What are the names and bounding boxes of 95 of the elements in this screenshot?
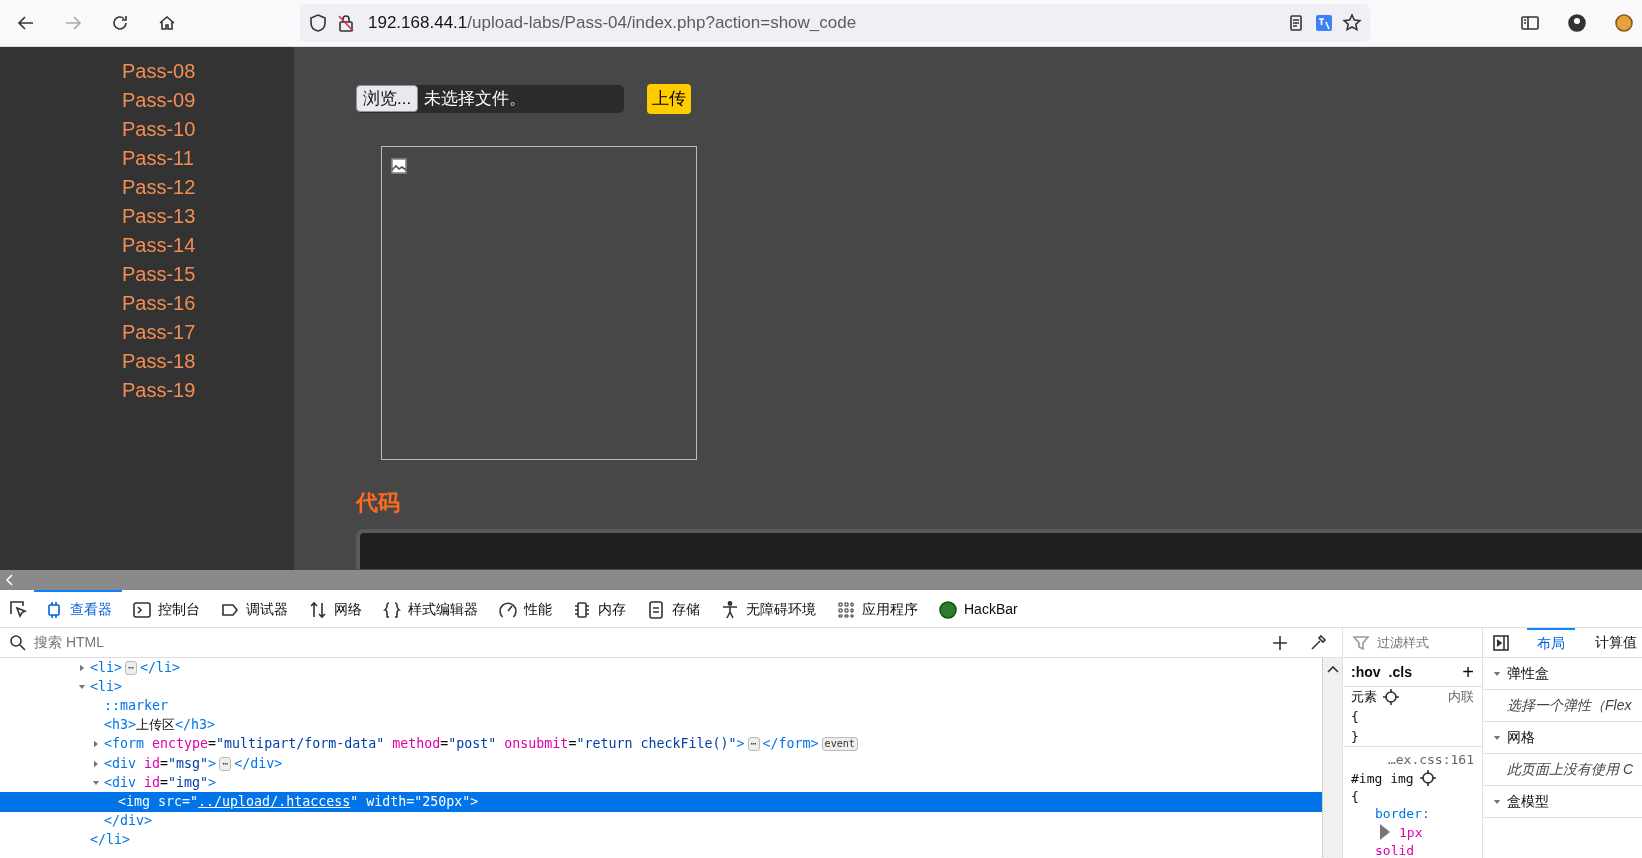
devtools-tab[interactable]: 应用程序	[826, 590, 928, 627]
expanded-triangle-icon[interactable]	[78, 682, 86, 691]
collapsed-triangle-icon[interactable]	[92, 740, 100, 749]
accessibility-icon	[720, 599, 740, 620]
vertical-scrollbar[interactable]	[1322, 658, 1342, 858]
sidebar-link[interactable]: Pass-11	[122, 144, 194, 173]
expanded-triangle-icon[interactable]	[1493, 669, 1501, 678]
console-icon	[132, 599, 152, 620]
ellipsis-badge[interactable]: ⋯	[747, 737, 760, 752]
property-value: 1px	[1399, 823, 1423, 841]
crosshair-icon[interactable]	[1417, 768, 1438, 788]
star-icon[interactable]	[1342, 13, 1362, 33]
brace-text: {	[1351, 788, 1360, 805]
grid-icon	[836, 599, 856, 620]
expanded-triangle-icon[interactable]	[1493, 733, 1501, 742]
ellipsis-badge[interactable]: ⋯	[125, 660, 138, 675]
hov-toggle[interactable]: :hov	[1351, 661, 1381, 683]
markup-text: ::marker	[104, 697, 169, 715]
horizontal-scrollbar[interactable]	[0, 570, 1642, 590]
markup-text: <li>	[90, 677, 123, 696]
section-note: 选择一个弹性（Flex	[1507, 696, 1632, 715]
collapsed-triangle-icon[interactable]	[92, 759, 100, 768]
markup-text: </li>	[140, 658, 181, 677]
markup-text: <li>	[90, 658, 123, 677]
sidebar-link[interactable]: Pass-08	[122, 57, 196, 86]
section-header[interactable]: 网格	[1483, 722, 1642, 754]
rule-label: 元素	[1351, 688, 1377, 707]
reload-icon[interactable]	[110, 13, 130, 33]
section-header[interactable]: 弹性盒	[1483, 658, 1642, 690]
markup-text: <img src="../upload/.htaccess" width="250px">	[118, 792, 479, 811]
crosshair-icon[interactable]	[1381, 687, 1401, 707]
devtools-tab[interactable]: 控制台	[122, 590, 210, 627]
sidebar-link[interactable]: Pass-19	[122, 376, 196, 405]
devtools-tab[interactable]: 样式编辑器	[372, 590, 488, 627]
event-badge[interactable]: event	[821, 737, 858, 752]
storage-icon	[646, 599, 666, 620]
devtools-tab[interactable]: 网络	[298, 590, 372, 627]
network-icon	[308, 599, 328, 620]
devtools-tab[interactable]: 性能	[488, 590, 562, 627]
translate-icon[interactable]	[1314, 13, 1334, 33]
markup-text: <div id="img">	[104, 773, 217, 792]
source-link[interactable]: …ex.css:161	[1351, 751, 1474, 768]
brace-text: {	[1351, 708, 1360, 726]
element-picker-icon[interactable]	[8, 598, 28, 619]
account-icon[interactable]	[1567, 13, 1587, 33]
property-name: border:	[1374, 805, 1431, 822]
sidebar-link[interactable]: Pass-09	[122, 86, 196, 115]
upload-button[interactable]: 上传	[647, 84, 691, 114]
expanded-triangle-icon[interactable]	[92, 778, 100, 787]
devtools-tab[interactable]: 内存	[562, 590, 636, 627]
markup-text: </div>	[104, 812, 153, 831]
home-icon[interactable]	[157, 13, 177, 33]
sidebar-link[interactable]: Pass-14	[122, 231, 196, 260]
markup-text: <h3>上传区</h3>	[104, 716, 216, 735]
sidebar-link[interactable]: Pass-16	[122, 289, 196, 318]
markup-text: </div>	[234, 754, 283, 773]
devtools-tab[interactable]: 存储	[636, 590, 710, 627]
layout-tab[interactable]: 布局	[1527, 628, 1575, 658]
devtools-tab[interactable]: 无障碍环境	[710, 590, 826, 627]
braces-icon	[382, 599, 402, 620]
add-rule-button[interactable]: +	[1462, 657, 1474, 687]
file-input[interactable]: 浏览... 未选择文件。	[356, 84, 624, 113]
gauge-icon	[498, 599, 518, 620]
sidebar-link[interactable]: Pass-10	[122, 115, 196, 144]
broken-image-icon	[389, 156, 409, 177]
sidebar-link[interactable]: Pass-12	[122, 173, 196, 202]
selector-text: #img img	[1351, 769, 1414, 787]
markup-text: </form>	[762, 735, 819, 754]
property-value: solid	[1374, 842, 1416, 858]
markup-text: <div id="msg">	[104, 754, 217, 773]
section-note: 此页面上没有使用 C	[1507, 760, 1633, 779]
sidebar-link[interactable]: Pass-15	[122, 260, 196, 289]
selected-row-highlight[interactable]: <img src="../upload/.htaccess" width="250px">	[0, 792, 1322, 812]
sidebar-link[interactable]: Pass-13	[122, 202, 196, 231]
sidebar-toggle-icon[interactable]	[1491, 632, 1511, 653]
markup-text: </li>	[90, 831, 131, 850]
sidebar-link[interactable]: Pass-17	[122, 318, 196, 347]
cls-toggle[interactable]: .cls	[1388, 661, 1412, 683]
search-icon	[8, 632, 28, 653]
section-header[interactable]: 盒模型	[1483, 786, 1642, 818]
sidebar-icon[interactable]	[1520, 13, 1540, 33]
shield-icon[interactable]	[308, 13, 328, 33]
rule-label: 内联	[1448, 688, 1474, 707]
devtools-tab[interactable]: HackBar	[928, 590, 1028, 627]
brace-text: }	[1351, 727, 1360, 746]
sidebar-link[interactable]: Pass-18	[122, 347, 196, 376]
insecure-lock-icon[interactable]	[336, 13, 356, 33]
memory-chip-icon	[572, 599, 592, 620]
collapsed-triangle-icon[interactable]	[78, 663, 86, 672]
ellipsis-badge[interactable]: ⋯	[219, 756, 232, 771]
layout-tab[interactable]: 计算值	[1591, 628, 1641, 659]
markup-text: <form enctype="multipart/form-data" method="post" onsubmit="return checkFile()">	[104, 735, 745, 754]
expanded-triangle-icon[interactable]	[1493, 797, 1501, 806]
section-heading: 代码	[356, 488, 400, 517]
devtools-tab[interactable]: 调试器	[210, 590, 298, 627]
